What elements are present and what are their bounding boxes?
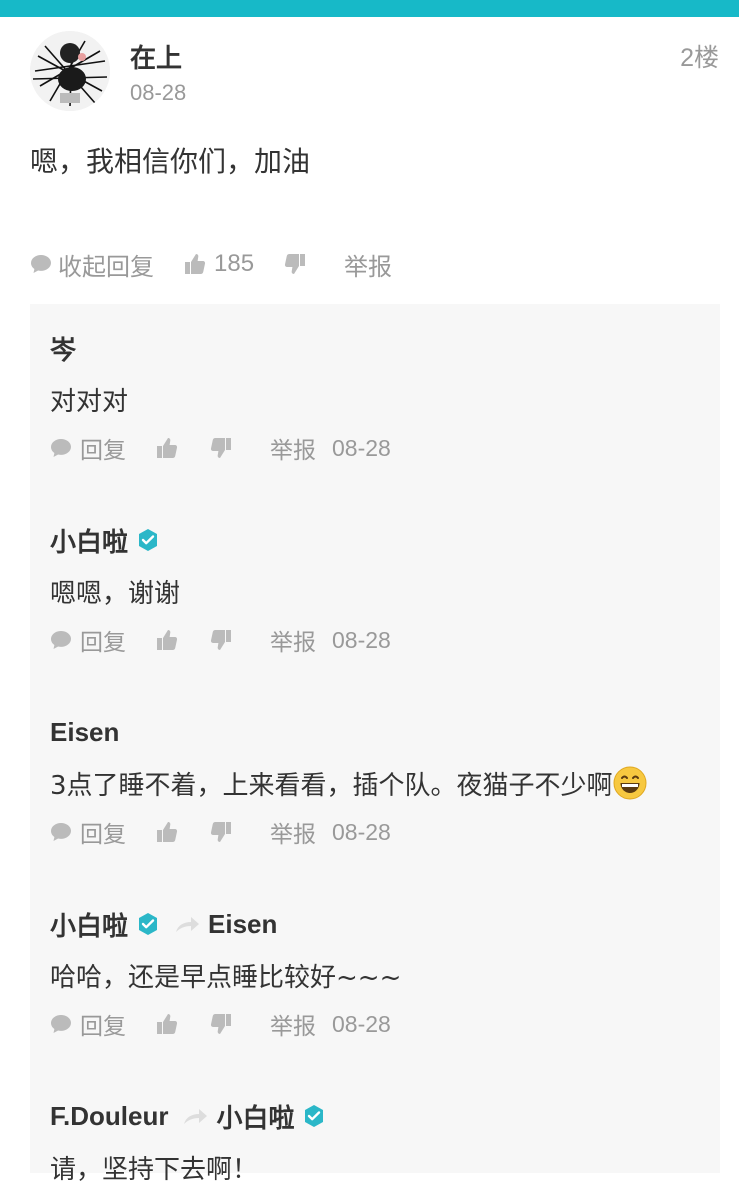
comment-icon[interactable] bbox=[50, 822, 72, 842]
reply-author[interactable]: 小白啦 bbox=[50, 522, 128, 559]
report-button[interactable]: 举报 bbox=[270, 623, 316, 657]
reply-text: 哈哈，还是早点睡比较好~~~ bbox=[50, 962, 402, 993]
reply-author[interactable]: Eisen bbox=[50, 717, 119, 748]
collapse-replies-label: 收起回复 bbox=[58, 252, 154, 281]
reply-target[interactable]: Eisen bbox=[208, 909, 277, 940]
thumbs-up-icon[interactable] bbox=[156, 629, 178, 651]
post-date: 08-28 bbox=[130, 80, 187, 105]
verified-badge-icon bbox=[136, 528, 160, 552]
reply-text: 3点了睡不着，上来看看，插个队。夜猫子不少啊 bbox=[50, 770, 613, 801]
report-button[interactable]: 举报 bbox=[270, 815, 316, 849]
thumbs-down-icon[interactable] bbox=[210, 1013, 232, 1035]
avatar[interactable] bbox=[30, 31, 110, 111]
thumbs-up-icon[interactable] bbox=[156, 437, 178, 459]
reply-button[interactable]: 回复 bbox=[80, 815, 126, 849]
reply-button[interactable]: 回复 bbox=[80, 431, 126, 465]
post-actions: 收起回复 185 举报 bbox=[30, 247, 392, 282]
reply-button[interactable]: 回复 bbox=[80, 623, 126, 657]
comment-icon[interactable] bbox=[50, 438, 72, 458]
reply-item: F.Douleur 小白啦 请，坚持下去啊！ bbox=[50, 1099, 710, 1187]
comment-icon[interactable] bbox=[50, 630, 72, 650]
reply-author[interactable]: 岑 bbox=[50, 330, 76, 367]
reply-item: 岑 对对对 回复 举报 08-28 bbox=[50, 331, 710, 465]
reply-button[interactable]: 回复 bbox=[80, 1007, 126, 1041]
replies-panel: 岑 对对对 回复 举报 08-28 小白啦 嗯嗯，谢谢 回复 举报 08-28 … bbox=[30, 304, 720, 1185]
comment-icon[interactable] bbox=[50, 1014, 72, 1034]
thumbs-up-icon[interactable] bbox=[156, 821, 178, 843]
reply-text: 嗯嗯，谢谢 bbox=[50, 578, 181, 609]
collapse-replies-button[interactable]: 收起回复 bbox=[30, 247, 154, 282]
thumbs-down-icon[interactable] bbox=[210, 437, 232, 459]
top-accent-bar bbox=[0, 0, 739, 17]
like-count: 185 bbox=[214, 250, 255, 277]
thumbs-down-icon[interactable] bbox=[210, 629, 232, 651]
dislike-button[interactable] bbox=[284, 253, 306, 275]
reply-item: Eisen 3点了睡不着，上来看看，插个队。夜猫子不少啊 回复 举报 08-28 bbox=[50, 715, 710, 849]
reply-to-arrow-icon bbox=[182, 1106, 208, 1126]
report-button[interactable]: 举报 bbox=[344, 247, 392, 282]
grinning-face-icon bbox=[613, 766, 647, 800]
thumbs-up-icon[interactable] bbox=[156, 1013, 178, 1035]
post-body: 嗯，我相信你们，加油 bbox=[30, 145, 311, 178]
reply-target[interactable]: 小白啦 bbox=[216, 1098, 294, 1135]
reply-to-arrow-icon bbox=[174, 914, 200, 934]
reply-author[interactable]: F.Douleur bbox=[50, 1101, 168, 1132]
verified-badge-icon bbox=[302, 1104, 326, 1128]
reply-item: 小白啦 嗯嗯，谢谢 回复 举报 08-28 bbox=[50, 523, 710, 657]
report-button[interactable]: 举报 bbox=[270, 1007, 316, 1041]
comment-icon bbox=[30, 254, 52, 274]
reply-date: 08-28 bbox=[332, 626, 391, 653]
reply-text: 请，坚持下去啊！ bbox=[50, 1154, 259, 1185]
verified-badge-icon bbox=[136, 912, 160, 936]
reply-date: 08-28 bbox=[332, 434, 391, 461]
floor-number: 2楼 bbox=[680, 44, 719, 72]
reply-text: 对对对 bbox=[50, 386, 129, 417]
reply-date: 08-28 bbox=[332, 1010, 391, 1037]
thumbs-down-icon bbox=[284, 253, 306, 275]
reply-date: 08-28 bbox=[332, 818, 391, 845]
thumbs-down-icon[interactable] bbox=[210, 821, 232, 843]
thumbs-up-icon bbox=[184, 253, 206, 275]
reply-item: 小白啦 Eisen 哈哈，还是早点睡比较好~~~ 回复 举报 08-28 bbox=[50, 907, 710, 1041]
report-button[interactable]: 举报 bbox=[270, 431, 316, 465]
post-author[interactable]: 在上 bbox=[130, 38, 182, 75]
like-button[interactable]: 185 bbox=[184, 250, 254, 278]
reply-author[interactable]: 小白啦 bbox=[50, 906, 128, 943]
